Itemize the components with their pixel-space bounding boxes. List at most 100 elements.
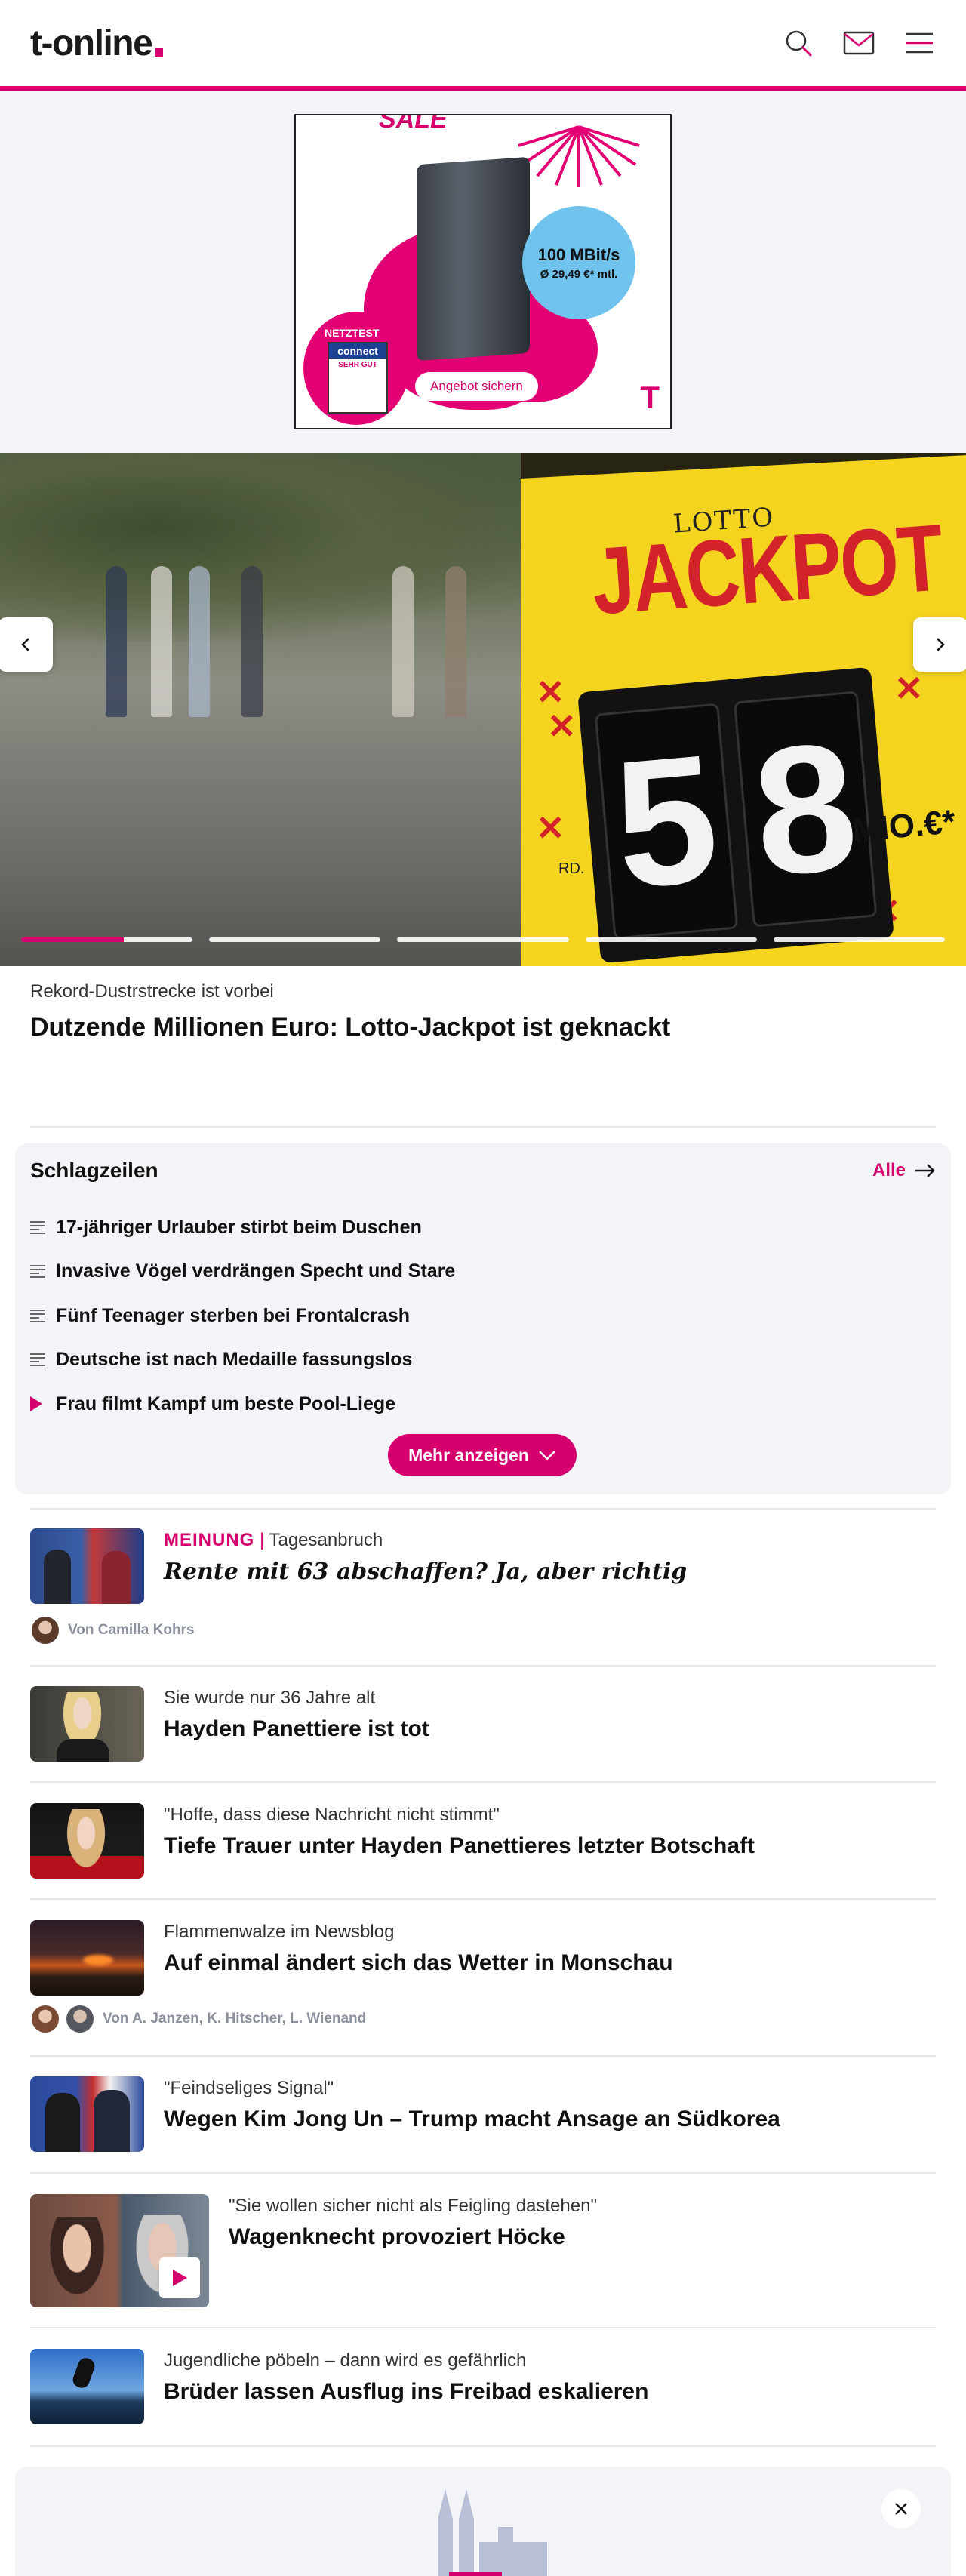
hero-kicker: Rekord-Dustrstrecke ist vorbei	[30, 981, 274, 1002]
article-text: MEINUNG | Tagesanbruch Rente mit 63 absc…	[164, 1528, 687, 1604]
article-kicker: MEINUNG | Tagesanbruch	[164, 1530, 383, 1550]
carousel-next-button[interactable]	[913, 617, 966, 672]
hero-image-street	[0, 453, 521, 966]
article-authors[interactable]: Von Camilla Kohrs	[30, 1615, 195, 1645]
site-header: t-online	[0, 0, 966, 91]
hero-person	[189, 566, 210, 717]
author-avatar	[30, 2004, 60, 2034]
author-avatar	[65, 2004, 95, 2034]
badge-grade: SEHR GUT	[338, 361, 377, 369]
x-mark-icon: ✕	[536, 808, 565, 848]
close-icon	[895, 2503, 907, 2515]
play-icon	[173, 2270, 187, 2286]
alle-link[interactable]: Alle	[872, 1160, 936, 1181]
article-lines-icon	[30, 1309, 45, 1322]
article-text: "Hoffe, dass diese Nachricht nicht stimm…	[164, 1803, 755, 1879]
ad-sale-text: SALE	[379, 114, 448, 134]
article-title: Tiefe Trauer unter Hayden Panettieres le…	[164, 1833, 755, 1858]
ad-netztest-label: NETZTEST	[325, 327, 380, 339]
meinung-label: MEINUNG	[164, 1530, 255, 1550]
article-title: Rente mit 63 abschaffen? Ja, aber richti…	[164, 1559, 688, 1585]
article-teaser[interactable]: MEINUNG | Tagesanbruch Rente mit 63 absc…	[30, 1528, 936, 1604]
router-image	[417, 156, 530, 362]
rd-label: RD.	[558, 860, 585, 877]
article-title: Auf einmal ändert sich das Wetter in Mon…	[164, 1950, 673, 1975]
schlagzeile-label: Frau filmt Kampf um beste Pool-Liege	[56, 1393, 396, 1414]
author-avatar	[30, 1615, 60, 1645]
hero-carousel[interactable]: LOTTO JACKPOT ✕ ✕ ✕ ✕ ✕ RD. 5 8 MIO.€*	[0, 453, 966, 966]
article-teaser[interactable]: "Hoffe, dass diese Nachricht nicht stimm…	[30, 1803, 936, 1879]
chevron-right-icon	[937, 638, 945, 651]
schlagzeile-item[interactable]: Deutsche ist nach Medaille fassungslos	[30, 1338, 936, 1383]
article-thumbnail	[30, 2194, 209, 2307]
ad-area: SALE 100 MBit/s Ø 29,49 €* mtl. NETZTEST…	[0, 91, 966, 453]
article-thumbnail	[30, 2076, 144, 2152]
article-thumbnail	[30, 2349, 144, 2424]
article-kicker: Flammenwalze im Newsblog	[164, 1922, 395, 1942]
carousel-progress-bar[interactable]	[209, 937, 381, 942]
schlagzeilen-title: Schlagzeilen	[30, 1159, 158, 1182]
article-thumbnail	[30, 1528, 144, 1604]
article-title: Hayden Panettiere ist tot	[164, 1716, 429, 1741]
article-authors[interactable]: Von A. Janzen, K. Hitscher, L. Wienand	[30, 2004, 366, 2034]
chevron-down-icon	[538, 1451, 555, 1460]
ad-speed: 100 MBit/s	[537, 245, 620, 264]
badge-brand: connect	[329, 343, 386, 359]
schlagzeilen-header: Schlagzeilen Alle	[30, 1159, 936, 1183]
article-teaser[interactable]: Jugendliche pöbeln – dann wird es gefähr…	[30, 2349, 936, 2424]
carousel-progress-bar[interactable]	[773, 937, 946, 942]
schlagzeilen-list: 17-jähriger Urlauber stirbt beim Duschen…	[30, 1205, 936, 1426]
schlagzeile-item[interactable]: Frau filmt Kampf um beste Pool-Liege	[30, 1382, 936, 1426]
article-text: "Feindseliges Signal" Wegen Kim Jong Un …	[164, 2076, 780, 2152]
x-mark-icon: ✕	[894, 669, 924, 708]
carousel-progress-bar[interactable]	[397, 937, 569, 942]
article-kicker: Sie wurde nur 36 Jahre alt	[164, 1688, 376, 1708]
author-name: Von A. Janzen, K. Hitscher, L. Wienand	[103, 2011, 367, 2027]
article-kicker: "Hoffe, dass diese Nachricht nicht stimm…	[164, 1805, 500, 1825]
menu-icon[interactable]	[903, 26, 936, 60]
close-button[interactable]	[881, 2489, 921, 2528]
carousel-progress-fill	[21, 937, 125, 942]
logo-text: t-online	[30, 23, 153, 63]
search-icon[interactable]	[782, 26, 815, 60]
arrow-right-icon	[915, 1164, 935, 1177]
mio-label: MIO.€*	[851, 803, 957, 849]
schlagzeile-label: Fünf Teenager sterben bei Frontalcrash	[56, 1304, 411, 1326]
carousel-progress-bar[interactable]	[21, 937, 193, 942]
schlagzeile-item[interactable]: Fünf Teenager sterben bei Frontalcrash	[30, 1294, 936, 1338]
carousel-progress-bar[interactable]	[585, 937, 757, 942]
schlagzeile-item[interactable]: Invasive Vögel verdrängen Specht und Sta…	[30, 1250, 936, 1294]
article-lines-icon	[30, 1220, 45, 1234]
telekom-ad-banner[interactable]: SALE 100 MBit/s Ø 29,49 €* mtl. NETZTEST…	[294, 114, 672, 429]
article-thumbnail	[30, 1803, 144, 1879]
ad-cta-button[interactable]: Angebot sichern	[415, 372, 538, 401]
article-teaser[interactable]: "Sie wollen sicher nicht als Feigling da…	[30, 2194, 936, 2307]
alle-label: Alle	[872, 1160, 906, 1180]
telekom-t-logo: T	[640, 380, 660, 415]
schlagzeile-label: Deutsche ist nach Medaille fassungslos	[56, 1349, 413, 1371]
article-thumbnail	[30, 1686, 144, 1762]
hero-title: Dutzende Millionen Euro: Lotto-Jackpot i…	[30, 1013, 671, 1042]
mehr-anzeigen-button[interactable]: Mehr anzeigen	[388, 1434, 577, 1476]
article-teaser[interactable]: Flammenwalze im Newsblog Auf einmal ände…	[30, 1920, 936, 1996]
mail-icon[interactable]	[842, 26, 875, 60]
article-text: Sie wurde nur 36 Jahre alt Hayden Panett…	[164, 1686, 429, 1762]
article-lines-icon	[30, 1265, 45, 1279]
t-online-logo[interactable]: t-online	[30, 23, 164, 64]
schlagzeilen-box: Schlagzeilen Alle 17-jähriger Urlauber s…	[15, 1143, 951, 1494]
hero-image-lotto: LOTTO JACKPOT ✕ ✕ ✕ ✕ ✕ RD. 5 8 MIO.€*	[521, 453, 966, 966]
divider	[30, 1126, 936, 1128]
hero-caption[interactable]: Rekord-Dustrstrecke ist vorbei Dutzende …	[15, 966, 951, 1042]
schlagzeile-item[interactable]: 17-jähriger Urlauber stirbt beim Duschen	[30, 1205, 936, 1250]
article-title: Brüder lassen Ausflug ins Freibad eskali…	[164, 2379, 649, 2404]
hero-person	[151, 566, 172, 717]
divider	[30, 2055, 936, 2057]
cologne-promo-banner[interactable]	[15, 2467, 951, 2576]
video-play-button[interactable]	[159, 2257, 200, 2298]
kicker-text: Tagesanbruch	[269, 1530, 383, 1550]
article-teaser[interactable]: Sie wurde nur 36 Jahre alt Hayden Panett…	[30, 1686, 936, 1762]
article-teaser[interactable]: "Feindseliges Signal" Wegen Kim Jong Un …	[30, 2076, 936, 2152]
hero-stripe	[521, 453, 966, 479]
carousel-prev-button[interactable]	[0, 617, 53, 672]
article-text: Flammenwalze im Newsblog Auf einmal ände…	[164, 1920, 673, 1996]
